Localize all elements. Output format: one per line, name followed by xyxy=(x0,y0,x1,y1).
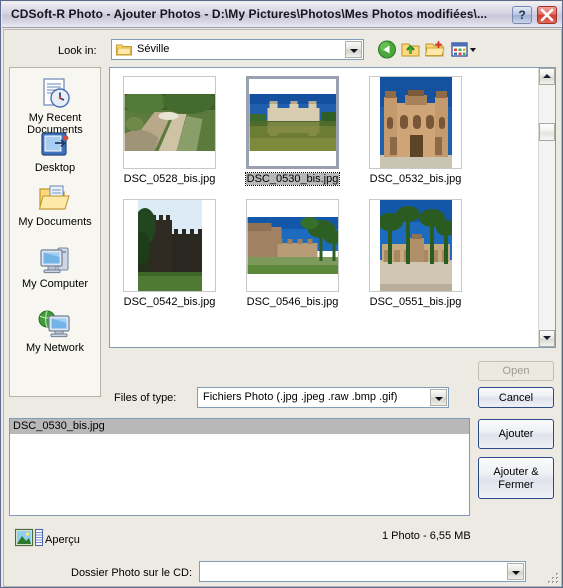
sidebar-item-my-network[interactable]: My Network xyxy=(10,308,100,354)
ajouter-button[interactable]: Ajouter xyxy=(478,419,554,449)
selected-files-list[interactable]: DSC_0530_bis.jpg xyxy=(9,418,470,516)
look-in-combobox[interactable]: Séville xyxy=(111,39,364,60)
file-item[interactable]: DSC_0551_bis.jpg xyxy=(360,199,471,308)
file-item-selected[interactable]: DSC_0530_bis.jpg xyxy=(237,76,348,186)
sidebar-item-label: My Recent xyxy=(28,112,82,124)
cd-folder-dropdown-arrow[interactable] xyxy=(507,563,524,580)
views-button[interactable] xyxy=(450,39,478,60)
add-photos-dialog: CDSoft-R Photo - Ajouter Photos - D:\My … xyxy=(0,0,563,588)
close-icon xyxy=(540,8,554,22)
preview-toggle[interactable] xyxy=(14,528,45,551)
photo-thumbnail xyxy=(249,94,336,151)
ajouter-et-fermer-button[interactable]: Ajouter & Fermer xyxy=(478,457,554,499)
ajouter-fermer-line1: Ajouter & xyxy=(493,466,539,478)
files-of-type-value: Fichiers Photo (.jpg .jpeg .raw .bmp .gi… xyxy=(203,391,398,403)
scroll-down-button[interactable] xyxy=(539,330,555,347)
back-icon xyxy=(378,40,396,59)
list-item[interactable]: DSC_0530_bis.jpg xyxy=(10,419,469,434)
my-documents-icon xyxy=(38,185,70,210)
up-one-level-icon xyxy=(401,43,420,57)
my-computer-icon xyxy=(40,247,69,274)
file-item[interactable]: DSC_0532_bis.jpg xyxy=(360,76,471,185)
thumbnail-frame-selected xyxy=(246,76,339,169)
title-bar[interactable]: CDSoft-R Photo - Ajouter Photos - D:\My … xyxy=(2,2,562,28)
preview-image-icon xyxy=(14,528,44,547)
photo-thumbnail xyxy=(247,217,338,274)
cancel-button[interactable]: Cancel xyxy=(478,387,554,408)
files-of-type-label: Files of type: xyxy=(114,392,176,404)
photo-thumbnail xyxy=(379,77,452,168)
look-in-label: Look in: xyxy=(58,45,97,57)
file-name-label: DSC_0542_bis.jpg xyxy=(123,296,216,308)
look-in-value: Séville xyxy=(137,43,170,55)
file-list-view[interactable]: DSC_0528_bis.jpg DSC_0530_bis.jpg DSC_05… xyxy=(109,67,556,348)
sidebar-item-label: Desktop xyxy=(34,162,76,174)
sidebar-item-recent-documents[interactable]: My Recent Documents xyxy=(10,76,100,136)
file-name-label-selected: DSC_0530_bis.jpg xyxy=(244,172,341,186)
resize-grip[interactable] xyxy=(546,571,560,585)
file-name-label: DSC_0546_bis.jpg xyxy=(246,296,339,308)
sidebar-item-label: My Network xyxy=(25,342,85,354)
help-button[interactable]: ? xyxy=(512,6,532,24)
sidebar-item-label: My Documents xyxy=(18,216,92,228)
up-one-level-button[interactable] xyxy=(400,39,422,60)
window-title: CDSoft-R Photo - Ajouter Photos - D:\My … xyxy=(11,7,488,21)
cd-folder-label: Dossier Photo sur le CD: xyxy=(71,567,193,579)
recent-documents-icon xyxy=(43,78,70,108)
places-bar: My Recent Documents Desktop My Documents xyxy=(9,67,101,397)
scroll-up-button[interactable] xyxy=(539,68,555,85)
sidebar-item-desktop[interactable]: Desktop xyxy=(10,130,100,174)
file-item[interactable]: DSC_0528_bis.jpg xyxy=(114,76,225,185)
file-name-label: DSC_0551_bis.jpg xyxy=(369,296,462,308)
close-button[interactable] xyxy=(537,6,557,24)
thumbnail-frame xyxy=(369,76,462,169)
preview-label: Aperçu xyxy=(45,534,80,546)
look-in-dropdown-arrow[interactable] xyxy=(345,41,362,58)
my-network-icon xyxy=(38,310,70,338)
desktop-icon xyxy=(41,132,69,156)
files-of-type-dropdown-arrow[interactable] xyxy=(430,389,447,406)
thumbnail-frame xyxy=(123,199,216,292)
photo-thumbnail xyxy=(137,200,202,291)
file-item[interactable]: DSC_0542_bis.jpg xyxy=(114,199,225,308)
new-folder-icon xyxy=(425,41,445,57)
photo-thumbnail xyxy=(124,94,215,151)
sidebar-item-my-computer[interactable]: My Computer xyxy=(10,244,100,290)
files-of-type-label-text: Files of type: xyxy=(114,392,177,404)
thumbnail-frame xyxy=(369,199,462,292)
back-button[interactable] xyxy=(376,39,398,60)
photo-count-status: 1 Photo - 6,55 MB xyxy=(382,530,471,542)
views-icon xyxy=(451,42,476,57)
file-name-label: DSC_0528_bis.jpg xyxy=(123,173,216,185)
file-item[interactable]: DSC_0546_bis.jpg xyxy=(237,199,348,308)
ajouter-fermer-line2: Fermer xyxy=(498,479,534,491)
files-of-type-combobox[interactable]: Fichiers Photo (.jpg .jpeg .raw .bmp .gi… xyxy=(197,387,449,408)
sidebar-item-label: My Computer xyxy=(21,278,89,290)
thumbnail-frame xyxy=(123,76,216,169)
file-name-label: DSC_0532_bis.jpg xyxy=(369,173,462,185)
sidebar-item-my-documents[interactable]: My Documents xyxy=(10,184,100,228)
open-button[interactable]: Open xyxy=(478,361,554,381)
look-in-label-text: Look in: xyxy=(58,45,97,57)
file-view-scrollbar[interactable] xyxy=(538,68,555,347)
photo-thumbnail xyxy=(379,200,452,291)
cd-folder-combobox[interactable] xyxy=(199,561,526,582)
new-folder-button[interactable] xyxy=(424,39,446,60)
scrollbar-thumb[interactable] xyxy=(539,123,555,141)
folder-icon xyxy=(116,44,132,56)
thumbnail-frame xyxy=(246,199,339,292)
